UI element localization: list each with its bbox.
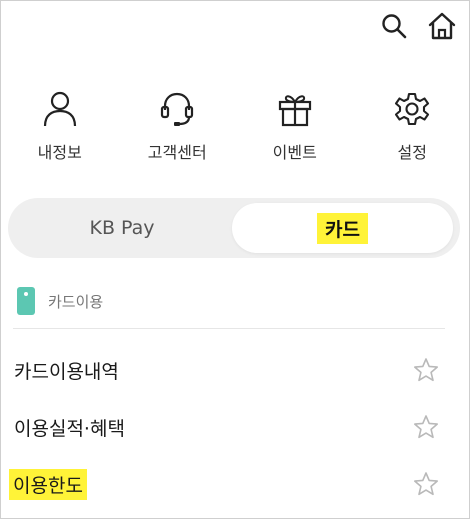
quick-menu-customer-center[interactable]: 고객센터	[119, 89, 237, 163]
menu-item-label: 이용실적·혜택	[14, 418, 125, 440]
section-divider	[13, 328, 445, 329]
gear-icon	[392, 89, 432, 129]
star-outline-icon[interactable]	[413, 471, 439, 497]
star-outline-icon[interactable]	[413, 414, 439, 440]
search-icon[interactable]	[377, 9, 411, 43]
menu-item-label: 이용한도	[9, 469, 87, 500]
gift-icon	[275, 89, 315, 129]
quick-menu-event[interactable]: 이벤트	[236, 89, 354, 163]
app-frame: 내정보 고객센터 이벤트 설정 KB Pay 카드 카드이용 카드이용내역 이용…	[0, 0, 470, 519]
quick-menu-label: 내정보	[37, 143, 82, 162]
section-title: 카드이용	[48, 292, 104, 311]
quick-menu-label: 설정	[397, 143, 427, 162]
quick-menu-settings[interactable]: 설정	[354, 89, 470, 163]
headset-icon	[157, 89, 197, 129]
quick-menu-label: 고객센터	[147, 143, 207, 162]
menu-item-card-usage-history[interactable]: 카드이용내역	[1, 343, 470, 399]
card-icon	[17, 287, 35, 315]
section-header: 카드이용	[17, 287, 103, 315]
menu-item-performance-benefits[interactable]: 이용실적·혜택	[1, 400, 470, 456]
segment-kb-pay[interactable]: KB Pay	[16, 203, 228, 253]
service-segment-control: KB Pay 카드	[8, 198, 460, 258]
person-icon	[40, 89, 80, 129]
menu-item-label: 카드이용내역	[14, 361, 119, 383]
menu-item-usage-limit[interactable]: 이용한도	[1, 457, 470, 513]
header-toolbar	[377, 9, 459, 43]
home-icon[interactable]	[425, 9, 459, 43]
segment-card[interactable]: 카드	[232, 203, 453, 253]
quick-menu-label: 이벤트	[272, 143, 317, 162]
segment-card-label: 카드	[317, 212, 368, 244]
star-outline-icon[interactable]	[413, 357, 439, 383]
quick-menu: 내정보 고객센터 이벤트 설정	[1, 89, 470, 163]
quick-menu-my-info[interactable]: 내정보	[1, 89, 119, 163]
